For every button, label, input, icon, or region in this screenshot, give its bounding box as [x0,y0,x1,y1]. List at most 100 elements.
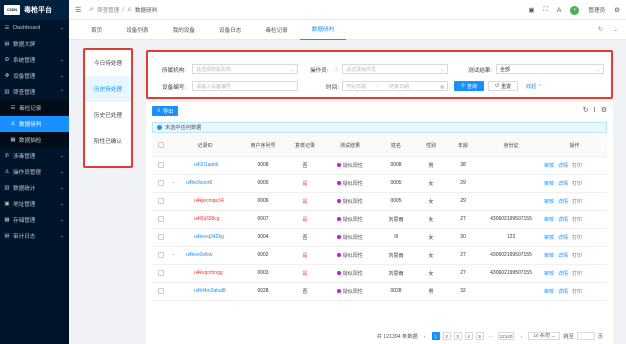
detail-link[interactable]: 详情 [558,271,568,277]
menu-fold-icon[interactable]: ☰ [75,6,81,14]
operator-select[interactable]: 请选择操作员 ⌄ [342,64,448,74]
refresh-icon[interactable]: ↻ [598,26,603,33]
audit-link[interactable]: 审核 [544,253,554,259]
table-row[interactable]: u4l0jt338cg 0007 是 疑似阳性 刘思雨女 27 43060219950715… [152,210,607,229]
settings-icon[interactable]: ⚙ [614,6,620,14]
sidebar-item[interactable]: ▦ 存储管理 ⌄ [0,212,69,228]
sidebar-item[interactable]: ☰ Dashboard ⌄ [0,20,69,36]
page-button[interactable]: ··· [487,332,495,340]
sidebar-item[interactable]: ✥ 设备管理 ⌄ [0,68,69,84]
print-link[interactable]: 打印 [572,235,582,241]
select-all-checkbox[interactable] [158,142,164,149]
language-icon[interactable]: A [557,7,561,14]
chevron-down-icon[interactable]: ⌄ [613,26,618,33]
sidebar-item[interactable]: ♙ 操作员管理 ⌄ [0,164,69,180]
print-link[interactable]: 打印 [572,289,582,295]
jump-input[interactable] [576,332,595,340]
table-row[interactable]: u4kvoq242kg 0004 否 疑似阳性 Ill 女 30 123 审核 详情 打印 [152,228,607,247]
category-today-pending[interactable]: 今日待处理 [85,50,131,76]
page-size-select[interactable]: 10 条/页 ⌄ [528,332,561,340]
sidebar-item[interactable]: ⚙ 系统管理 ⌄ [0,52,69,68]
print-link[interactable]: 打印 [572,271,582,277]
table-row[interactable]: − u4be9ssnr8 0005 是疑似阳性 0005 女 29 审核 详情 打印 [152,174,607,193]
page-button[interactable]: 12140 [497,332,515,340]
collapse-link[interactable]: 收起 ⌃ [526,83,542,90]
detail-link[interactable]: 详情 [558,217,568,223]
detail-link[interactable]: 详情 [558,163,568,169]
prev-page-button[interactable]: ‹ [421,332,429,340]
record-id-link[interactable]: u4l2t1aebk [194,162,218,168]
sidebar-item[interactable]: ▤ 审计日志 ⌄ [0,228,69,244]
page-button[interactable]: 2 [442,332,451,340]
detail-link[interactable]: 详情 [558,253,568,259]
breadcrumb-item[interactable]: 筛查管理 [97,6,119,14]
print-link[interactable]: 打印 [572,163,582,169]
column-settings-icon[interactable]: ⚙ [601,106,607,114]
detail-link[interactable]: 详情 [558,181,568,187]
row-checkbox[interactable] [158,161,164,168]
print-link[interactable]: 打印 [572,217,582,223]
tab[interactable]: 我的设备 [161,20,207,40]
audit-link[interactable]: 审核 [544,235,554,241]
audit-link[interactable]: 审核 [544,199,554,205]
sidebar-item[interactable]: ✆ 涉毒管理 ⌄ [0,148,69,164]
fullscreen-icon[interactable]: ⛶ [543,6,548,14]
category-history-pending[interactable]: 历史待处理 [85,76,131,102]
sidebar-item[interactable]: ▥ 数据统计 ⌄ [0,180,69,196]
record-id-link[interactable]: u4kvqrzhngg [194,270,223,276]
audit-link[interactable]: 审核 [544,181,554,187]
expand-icon[interactable]: − [172,180,182,186]
doc-icon[interactable]: ▣ [528,6,534,14]
tab[interactable]: 设备日志 [207,20,253,40]
reload-icon[interactable]: ↻ [583,106,589,114]
density-icon[interactable]: Ⅰ [594,106,596,114]
audit-link[interactable]: 审核 [544,271,554,277]
result-select[interactable]: 全部 ⌄ [496,64,604,74]
org-select[interactable]: 请选择所属机构 ⌄ [192,64,298,74]
tab[interactable]: 首页 [79,20,114,40]
record-id-link[interactable]: u4be9ssnr8 [186,180,212,186]
expand-icon[interactable]: − [172,252,182,258]
sidebar-item[interactable]: ▤ 数据大屏 [0,36,69,52]
page-button[interactable]: 5 [475,332,484,340]
detail-link[interactable]: 详情 [558,289,568,295]
row-checkbox[interactable] [158,179,164,186]
category-positive-confirmed[interactable]: 阳性已确认 [85,128,131,154]
page-button[interactable]: 1 [431,332,440,340]
record-id-link[interactable]: u4kvoq242kg [194,234,224,240]
row-checkbox[interactable] [158,287,164,294]
table-row[interactable]: − u4koe0sfsw 0002 是 疑似阳性 刘思雨女 27 43060219950715… [152,246,607,265]
tab[interactable]: 设备列表 [114,20,160,40]
device-input[interactable]: 请输入设备编号 [192,81,298,91]
sidebar-item[interactable]: ▦ 数据抽检 [0,132,69,148]
table-row[interactable]: u4kvqrzhngg 0003 是 疑似阳性 刘思雨女 27 43060219950715… [152,264,607,283]
audit-link[interactable]: 审核 [544,163,554,169]
audit-link[interactable]: 审核 [544,289,554,295]
audit-link[interactable]: 审核 [544,217,554,223]
row-checkbox[interactable] [158,251,164,258]
record-id-link[interactable]: u4koe0sfsw [186,252,212,258]
print-link[interactable]: 打印 [572,199,582,205]
detail-link[interactable]: 详情 [558,235,568,241]
reset-button[interactable]: ↺ 重置 [488,81,518,91]
sidebar-item[interactable]: ♙ 数据研判 [0,116,69,132]
print-link[interactable]: 打印 [572,181,582,187]
record-id-link[interactable]: u4kjecmqe34 [194,198,224,204]
table-row[interactable]: u4hf4m2ahal8 0028 否疑似阳性 0028 男 32 审核 详情 打印 [152,282,607,301]
next-page-button[interactable]: › [517,332,525,340]
export-button[interactable]: ⇪ 导出 [152,106,178,116]
query-button[interactable]: ⚲ 查询 [454,81,484,91]
tab[interactable]: 毒检记录 [253,20,299,40]
user-name[interactable]: 管理员 [588,6,605,14]
sidebar-item[interactable]: ▥ 筛查管理 ⌃ [0,84,69,100]
record-id-link[interactable]: u4l0jt338cg [194,216,220,222]
category-history-done[interactable]: 历史已处理 [85,102,131,128]
record-id-link[interactable]: u4hf4m2ahal8 [194,288,226,294]
row-checkbox[interactable] [158,215,164,222]
detail-link[interactable]: 详情 [558,199,568,205]
table-row[interactable]: u4l2t1aebk 0008 否疑似阳性 0008 男 38 审核 详情 打印 [152,156,607,175]
row-checkbox[interactable] [158,197,164,204]
tab[interactable]: 数据研判 [299,20,347,40]
row-checkbox[interactable] [158,269,164,276]
row-checkbox[interactable] [158,233,164,240]
